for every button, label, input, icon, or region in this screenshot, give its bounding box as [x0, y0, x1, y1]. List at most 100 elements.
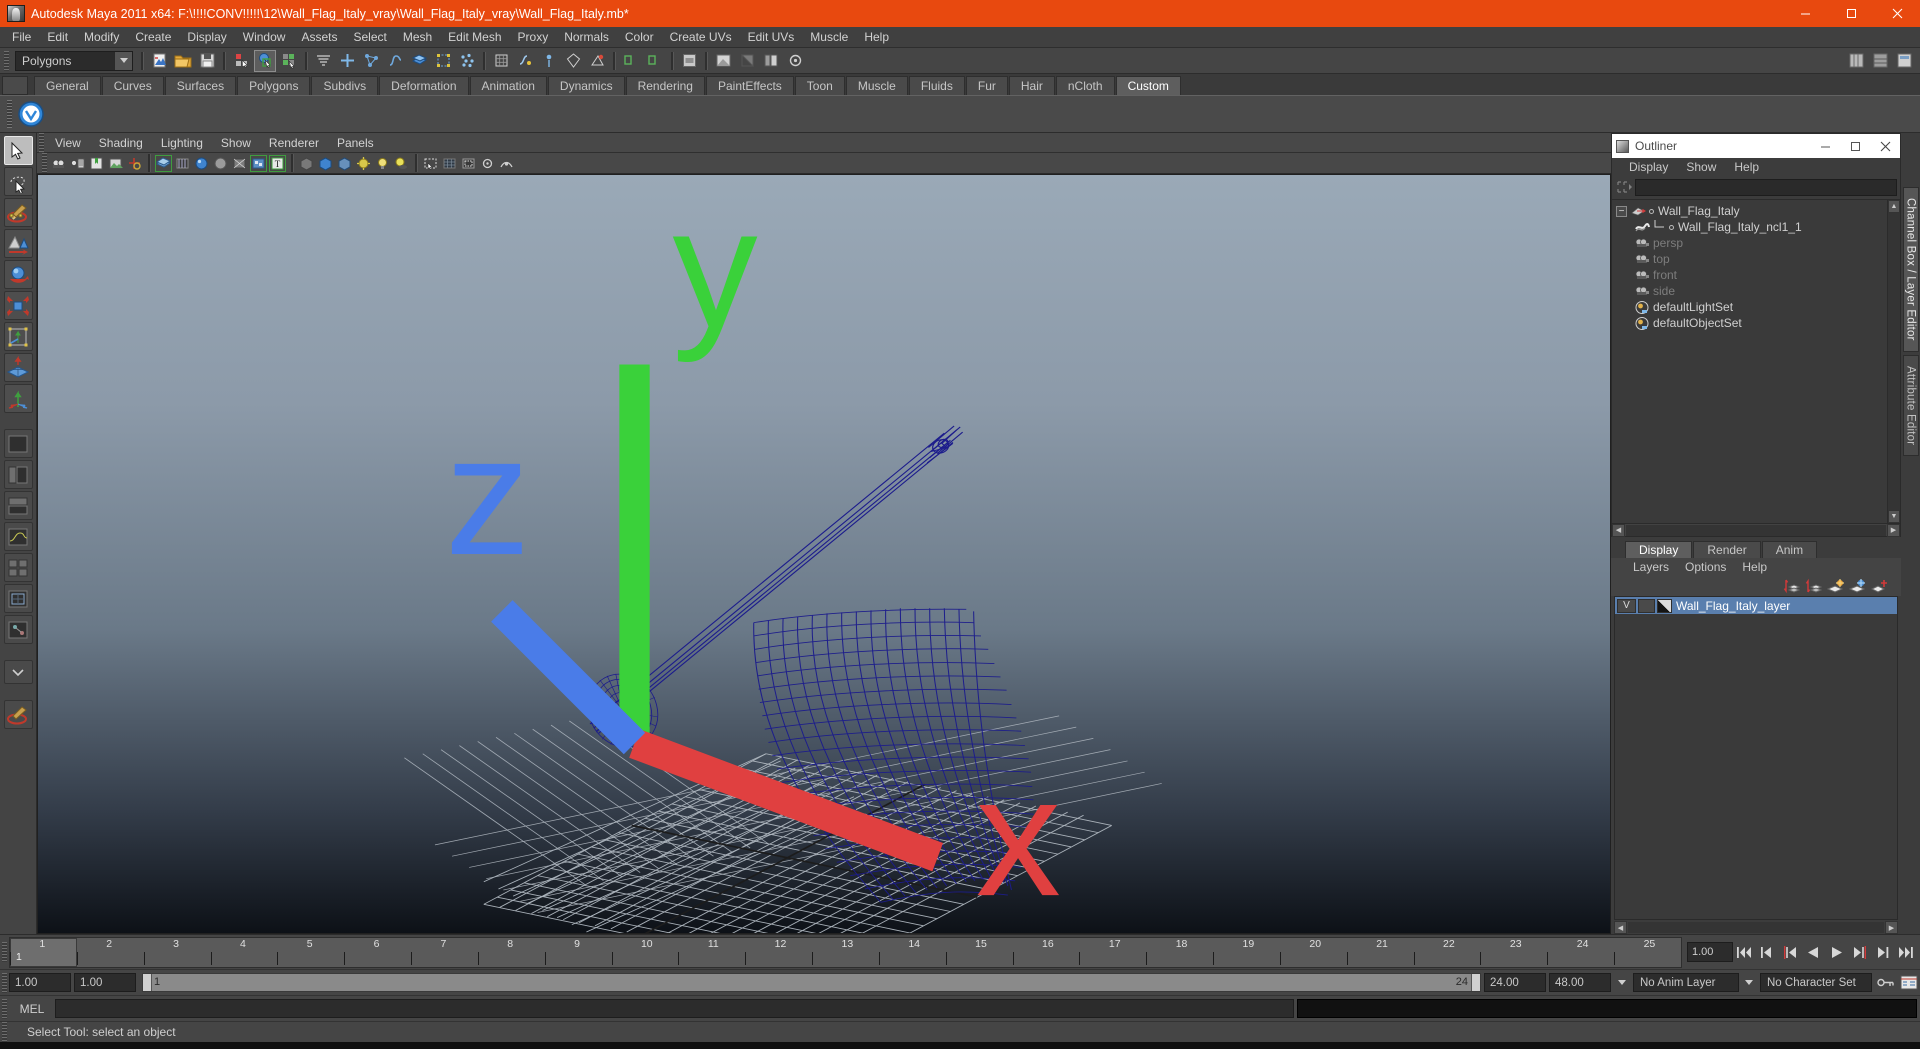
shelf-tab-muscle[interactable]: Muscle — [845, 76, 908, 95]
viewport-menu-show[interactable]: Show — [212, 134, 260, 152]
move-layer-down-icon[interactable] — [1803, 577, 1823, 595]
shelf-tab-fur[interactable]: Fur — [965, 76, 1008, 95]
show-render-view-button[interactable] — [620, 50, 642, 72]
layer-visibility-toggle[interactable]: V — [1617, 598, 1636, 613]
scroll-left-icon[interactable]: ◀ — [1614, 921, 1627, 934]
time-slider-grip[interactable] — [0, 941, 9, 963]
scroll-left-icon[interactable]: ◀ — [1612, 523, 1625, 537]
outliner-item-persp[interactable]: persp — [1612, 235, 1887, 251]
layer-list-horizontal-scrollbar[interactable]: ◀ ▶ — [1614, 921, 1898, 934]
component-mask-menu-button[interactable] — [312, 50, 334, 72]
range-right-handle[interactable] — [1471, 974, 1480, 991]
save-scene-button[interactable] — [196, 50, 218, 72]
menu-edit-uvs[interactable]: Edit UVs — [740, 28, 803, 47]
viewport-menu-renderer[interactable]: Renderer — [260, 134, 328, 152]
go-to-start-button[interactable] — [1734, 942, 1755, 963]
sidebar-toggle-channelbox[interactable] — [1845, 50, 1867, 72]
points-mask-button[interactable] — [360, 50, 382, 72]
outliner-menu-show[interactable]: Show — [1677, 159, 1725, 175]
menu-create-uvs[interactable]: Create UVs — [662, 28, 740, 47]
play-backwards-button[interactable] — [1803, 942, 1824, 963]
select-by-component-type-button[interactable] — [278, 50, 300, 72]
quick-layout-persp-graph[interactable] — [3, 522, 33, 551]
scroll-right-icon[interactable]: ▶ — [1885, 921, 1898, 934]
shaded-sphere-icon[interactable] — [193, 155, 210, 172]
scroll-right-icon[interactable]: ▶ — [1887, 523, 1900, 537]
quick-layout-single-pane[interactable] — [3, 429, 33, 458]
outliner-item-wall-flag-italy-ncl1-1[interactable]: Wall_Flag_Italy_ncl1_1 — [1612, 219, 1887, 235]
scroll-track-horizontal[interactable] — [1626, 524, 1886, 536]
character-set-select[interactable]: No Character Set — [1760, 973, 1872, 992]
menu-edit[interactable]: Edit — [39, 28, 76, 47]
snap-to-point-button[interactable] — [538, 50, 560, 72]
xray-joints-icon[interactable] — [336, 155, 353, 172]
outliner-item-top[interactable]: top — [1612, 251, 1887, 267]
lasso-select-tool[interactable] — [3, 167, 33, 196]
anim-layer-dropdown-arrow[interactable] — [1614, 973, 1630, 992]
layer-playback-toggle[interactable] — [1638, 598, 1655, 613]
paint-effects-toolbox-icon[interactable] — [3, 700, 33, 729]
shelf-tab-polygons[interactable]: Polygons — [237, 76, 311, 95]
use-default-lighting-icon[interactable]: T — [269, 154, 286, 172]
menu-select[interactable]: Select — [345, 28, 394, 47]
menu-normals[interactable]: Normals — [556, 28, 617, 47]
maximize-button[interactable] — [1828, 0, 1874, 27]
surfaces-mask-button[interactable] — [408, 50, 430, 72]
viewport-menu-view[interactable]: View — [46, 134, 90, 152]
anim-layer-select[interactable]: No Anim Layer — [1633, 973, 1739, 992]
quick-layout-outliner-persp[interactable] — [3, 460, 33, 489]
snap-to-view-plane-button[interactable] — [562, 50, 584, 72]
minimize-button[interactable] — [1782, 0, 1828, 27]
shelf-tab-rendering[interactable]: Rendering — [625, 76, 705, 95]
tab-attribute-editor[interactable]: Attribute Editor — [1902, 354, 1919, 456]
open-scene-button[interactable] — [172, 50, 194, 72]
curves-mask-button[interactable] — [384, 50, 406, 72]
create-empty-layer-icon[interactable] — [1825, 577, 1845, 595]
outliner-search-input[interactable] — [1635, 178, 1897, 196]
scroll-up-icon[interactable]: ▲ — [1888, 200, 1900, 213]
light-bulb-icon[interactable] — [374, 155, 391, 172]
range-left-handle[interactable] — [143, 974, 152, 991]
quick-layout-four-view[interactable] — [3, 553, 33, 582]
scroll-track-horizontal[interactable] — [1628, 922, 1884, 933]
animation-preferences-icon[interactable] — [1898, 972, 1919, 993]
select-tool[interactable] — [3, 136, 33, 165]
hypershade-button[interactable] — [736, 50, 758, 72]
quick-layout-persp-relationship[interactable] — [3, 615, 33, 644]
outliner-menu-help[interactable]: Help — [1725, 159, 1768, 175]
new-scene-button[interactable] — [148, 50, 170, 72]
layer-color-swatch[interactable] — [1657, 598, 1672, 613]
playback-start-time-field[interactable]: 1.00 — [74, 973, 136, 992]
outliner-maximize-button[interactable] — [1840, 134, 1870, 158]
last-tool-used[interactable] — [3, 384, 33, 413]
step-forward-frame-button[interactable] — [1872, 942, 1893, 963]
scale-tool[interactable] — [3, 291, 33, 320]
shelf-tab-fluids[interactable]: Fluids — [908, 76, 965, 95]
quick-layout-expand-button[interactable] — [3, 660, 33, 684]
tab-anim[interactable]: Anim — [1761, 541, 1818, 558]
wireframe-shading-icon[interactable] — [155, 154, 172, 172]
shelf-tab-dynamics[interactable]: Dynamics — [547, 76, 625, 95]
make-live-button[interactable] — [586, 50, 608, 72]
range-slider-grip[interactable] — [0, 972, 9, 994]
layer-list[interactable]: V Wall_Flag_Italy_layer — [1614, 596, 1898, 920]
bookmark-icon[interactable] — [88, 155, 105, 172]
layer-menu-layers[interactable]: Layers — [1625, 559, 1677, 575]
outliner-item-front[interactable]: front — [1612, 267, 1887, 283]
shelf-options-button[interactable] — [2, 76, 28, 95]
range-bar[interactable]: 1 24 — [142, 973, 1481, 992]
menu-proxy[interactable]: Proxy — [510, 28, 557, 47]
shelf-tab-custom[interactable]: Custom — [1115, 76, 1181, 95]
camera-attributes-icon[interactable] — [69, 155, 86, 172]
menu-file[interactable]: File — [4, 28, 39, 47]
viewport-menu-lighting[interactable]: Lighting — [152, 134, 212, 152]
layer-row[interactable]: V Wall_Flag_Italy_layer — [1615, 597, 1897, 614]
deformations-mask-button[interactable] — [432, 50, 454, 72]
shelf-tab-general[interactable]: General — [34, 76, 101, 95]
step-back-frame-button[interactable] — [1757, 942, 1778, 963]
shelf-tab-ncloth[interactable]: nCloth — [1055, 76, 1115, 95]
dynamics-mask-button[interactable] — [456, 50, 478, 72]
outliner-close-button[interactable] — [1870, 134, 1900, 158]
shelf-tab-animation[interactable]: Animation — [469, 76, 547, 95]
sidebar-toggle-layereditor[interactable] — [1869, 50, 1891, 72]
